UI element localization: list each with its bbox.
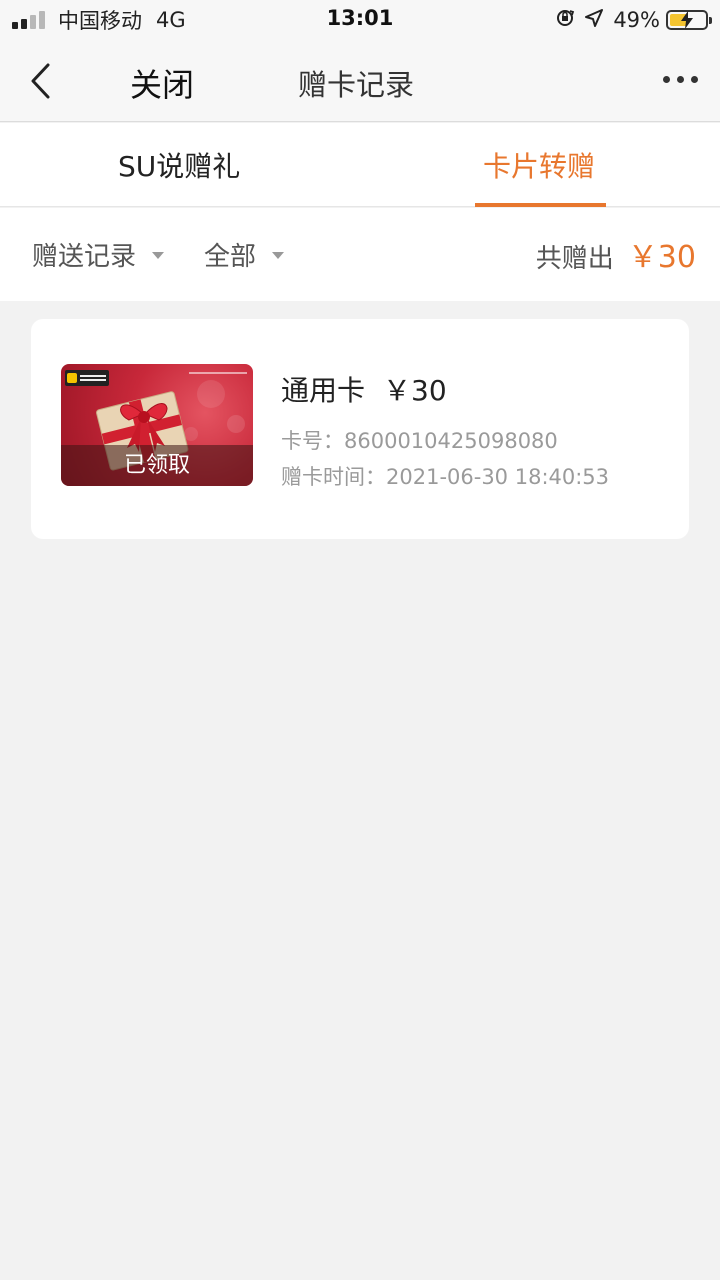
caret-down-icon [272,252,285,259]
total-label: 共赠出 [535,244,614,274]
gift-card-image: 已领取 [61,364,253,486]
claimed-status-badge: 已领取 [61,445,253,486]
card-name: 通用卡 [281,374,366,407]
orientation-lock-icon [555,8,575,32]
record-type-dropdown[interactable]: 赠送记录 [32,236,165,273]
gift-card-slogan [189,372,247,374]
card-amount: ￥30 [383,374,447,407]
tab-su-gift[interactable]: SU说赠礼 [118,145,240,185]
total-amount: ￥30 [627,240,696,275]
record-type-label: 赠送记录 [32,242,137,272]
location-icon [585,9,604,31]
card-number: 卡号：8600010425098080 [281,429,558,453]
status-bar: 中国移动 4G 13:01 49% [0,0,720,40]
suning-logo [65,370,109,386]
close-button[interactable]: 关闭 [130,60,194,106]
card-title: 通用卡 ￥30 [281,369,447,409]
tab-card-transfer[interactable]: 卡片转赠 [483,145,595,185]
tab-bar: SU说赠礼 卡片转赠 [0,123,720,207]
battery-percent: 49% [613,8,660,32]
back-chevron-icon[interactable] [26,62,58,100]
status-dropdown[interactable]: 全部 [204,236,285,273]
status-label: 全部 [204,242,257,272]
filter-bar: 赠送记录 全部 共赠出 ￥30 [0,208,720,301]
page-title: 赠卡记录 [298,68,415,102]
more-dots-icon[interactable] [656,76,698,83]
battery-charging-icon [666,10,712,30]
nav-bar: 关闭 赠卡记录 [0,40,720,122]
total-gifted: 共赠出 ￥30 [536,232,696,276]
active-tab-indicator [475,203,606,207]
gift-record-card[interactable]: 已领取 通用卡 ￥30 卡号：8600010425098080 赠卡时间：2021… [31,319,689,539]
status-right: 49% [555,7,712,33]
caret-down-icon [152,252,165,259]
gift-time: 赠卡时间：2021-06-30 18:40:53 [281,465,610,489]
